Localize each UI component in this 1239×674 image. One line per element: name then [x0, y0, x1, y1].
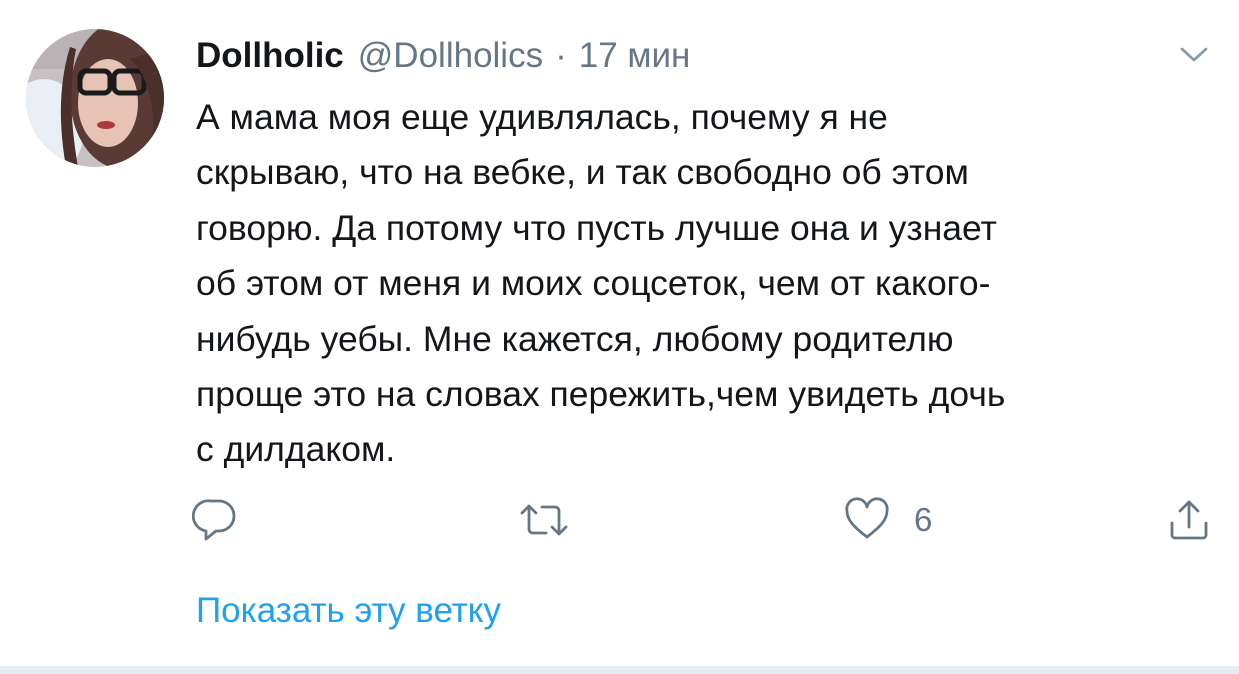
tweet-header: Dollholic @Dollholics · 17 мин: [196, 34, 690, 78]
avatar[interactable]: [26, 29, 164, 167]
tweet-text: А мама моя еще удивлялась, почему я не с…: [196, 90, 1206, 478]
reply-icon: [192, 499, 236, 541]
tweet-actions: 6: [0, 490, 1239, 550]
heart-icon: [845, 497, 889, 539]
avatar-photo: [26, 29, 164, 167]
retweet-button[interactable]: [518, 490, 570, 550]
user-handle[interactable]: @Dollholics: [358, 36, 543, 76]
share-icon: [1170, 500, 1208, 540]
reply-button[interactable]: [192, 490, 238, 550]
retweet-icon: [520, 504, 568, 536]
tweet-text-line: проще это на словах пережить,чем увидеть…: [196, 374, 1006, 415]
tweet-text-line: нибудь уебы. Мне кажется, любому родител…: [196, 318, 954, 359]
separator-dot: ·: [555, 36, 567, 75]
like-button[interactable]: 6: [844, 490, 932, 550]
tweet-text-line: с дилдаком.: [196, 429, 396, 470]
tweet-menu-button[interactable]: [1172, 40, 1216, 70]
tweet-timestamp[interactable]: 17 мин: [579, 36, 691, 76]
tweet-text-line: А мама моя еще удивлялась, почему я не: [196, 97, 888, 137]
tweet-text-line: скрываю, что на вебке, и так свободно об…: [196, 152, 969, 193]
share-button[interactable]: [1166, 490, 1212, 550]
like-count: 6: [914, 501, 933, 538]
display-name[interactable]: Dollholic: [196, 36, 344, 76]
tweet[interactable]: Dollholic @Dollholics · 17 мин А мама мо…: [0, 0, 1239, 666]
divider: [0, 666, 1239, 674]
tweet-text-line: об этом от меня и моих соцсеток, чем от …: [196, 263, 991, 304]
chevron-down-icon: [1180, 47, 1208, 62]
tweet-text-line: говорю. Да потому что пусть лучше она и …: [196, 207, 997, 248]
show-thread-link[interactable]: Показать эту ветку: [196, 591, 501, 631]
